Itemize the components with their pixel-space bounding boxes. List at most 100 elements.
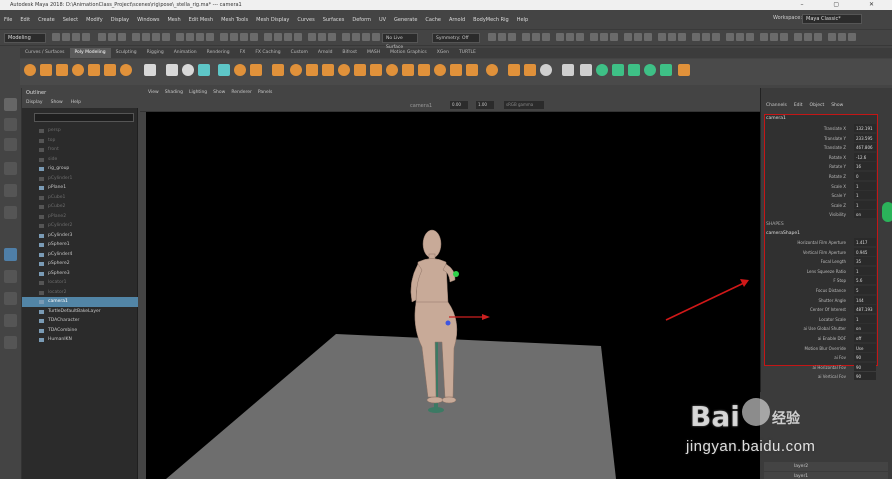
outliner-row[interactable]: top bbox=[22, 136, 138, 146]
shelf-tool-icon[interactable] bbox=[644, 64, 656, 76]
channel-attribute-row[interactable]: Scale Z 1 bbox=[766, 200, 876, 210]
status-tool-icon[interactable] bbox=[624, 33, 632, 41]
channel-attribute-value[interactable]: 90 bbox=[854, 372, 876, 381]
status-tool-icon[interactable] bbox=[804, 33, 812, 41]
status-tool-icon[interactable] bbox=[142, 33, 150, 41]
status-tool-icon[interactable] bbox=[634, 33, 642, 41]
shelf-tab[interactable]: FX bbox=[235, 48, 251, 58]
outliner-row[interactable]: pSphere2 bbox=[22, 259, 138, 269]
shelf-tool-icon[interactable] bbox=[198, 64, 210, 76]
gamma-field[interactable]: 1.00 bbox=[476, 101, 494, 109]
channel-attribute-value[interactable]: 90 bbox=[854, 362, 876, 371]
channel-attribute-value[interactable]: off bbox=[854, 334, 876, 342]
channel-attribute-row[interactable]: ai Use Global Shutter on bbox=[766, 324, 876, 333]
shelf-tab[interactable]: Poly Modeling bbox=[69, 48, 111, 58]
shelf-tab[interactable]: Rendering bbox=[202, 48, 235, 58]
status-tool-icon[interactable] bbox=[186, 33, 194, 41]
channel-box-menu-item[interactable]: Edit bbox=[794, 103, 803, 108]
shelf-tool-icon[interactable] bbox=[386, 64, 398, 76]
status-tool-icon[interactable] bbox=[576, 33, 584, 41]
channel-attribute-value[interactable]: 1.417 bbox=[854, 238, 876, 246]
menu-item[interactable]: Deform bbox=[348, 10, 375, 30]
channel-attribute-row[interactable]: Lens Squeeze Ratio 1 bbox=[766, 266, 876, 276]
channel-attribute-row[interactable]: Translate X 132.191 bbox=[766, 124, 876, 133]
manipulator-handle[interactable] bbox=[453, 271, 459, 277]
channel-attribute-value[interactable]: on bbox=[854, 324, 876, 333]
channel-attribute-value[interactable]: 5 bbox=[854, 286, 876, 294]
status-tool-icon[interactable] bbox=[600, 33, 608, 41]
shelf-tool-icon[interactable] bbox=[322, 64, 334, 76]
shelf-tab[interactable]: Curves / Surfaces bbox=[20, 48, 70, 58]
shelf-tab[interactable]: XGen bbox=[432, 48, 454, 58]
menu-item[interactable]: BodyMech Rig bbox=[469, 10, 513, 30]
channel-attribute-row[interactable]: ai Enable DOF off bbox=[766, 334, 876, 343]
channel-attribute-row[interactable]: Scale Y 1 bbox=[766, 191, 876, 200]
channel-attribute-row[interactable]: ai Horizontal Fov 90 bbox=[766, 362, 876, 372]
menu-item[interactable]: Windows bbox=[133, 10, 163, 30]
outliner-row[interactable]: pCube1 bbox=[22, 193, 138, 203]
channel-attribute-value[interactable]: 487.193 bbox=[854, 305, 876, 314]
shelf-tool-icon[interactable] bbox=[88, 64, 100, 76]
status-tool-icon[interactable] bbox=[240, 33, 248, 41]
move-tool-icon[interactable] bbox=[4, 162, 17, 175]
shelf-tool-icon[interactable] bbox=[450, 64, 462, 76]
channel-attribute-value[interactable]: 132.191 bbox=[854, 124, 876, 132]
outliner-row[interactable]: pCylinder4 bbox=[22, 250, 138, 260]
status-tool-icon[interactable] bbox=[372, 33, 380, 41]
shelf-tab[interactable]: TURTLE bbox=[454, 48, 481, 58]
scale-tool-icon[interactable] bbox=[4, 206, 17, 219]
shelf-tab[interactable]: FX Caching bbox=[250, 48, 285, 58]
outliner-row[interactable]: TDACombine bbox=[22, 326, 138, 336]
status-tool-icon[interactable] bbox=[780, 33, 788, 41]
shelf-tool-icon[interactable] bbox=[660, 64, 672, 76]
mode-select[interactable]: Modeling bbox=[4, 33, 46, 43]
channel-attribute-row[interactable]: Locator Scale 1 bbox=[766, 314, 876, 324]
status-tool-icon[interactable] bbox=[760, 33, 768, 41]
status-tool-icon[interactable] bbox=[644, 33, 652, 41]
shelf-tool-icon[interactable] bbox=[402, 64, 414, 76]
outliner-row[interactable]: locator1 bbox=[22, 278, 138, 288]
channel-attribute-row[interactable]: Vertical Film Aperture 0.945 bbox=[766, 247, 876, 257]
status-tool-icon[interactable] bbox=[82, 33, 90, 41]
outliner-menu-item[interactable]: Show bbox=[51, 100, 63, 105]
status-tool-icon[interactable] bbox=[746, 33, 754, 41]
menu-item[interactable]: UV bbox=[375, 10, 390, 30]
shelf-tool-icon[interactable] bbox=[562, 64, 574, 76]
shelf-tab[interactable]: Motion Graphics bbox=[385, 48, 432, 58]
menu-item[interactable]: Help bbox=[513, 10, 532, 30]
menu-item[interactable]: Create bbox=[34, 10, 59, 30]
status-tool-icon[interactable] bbox=[98, 33, 106, 41]
shelf-tool-icon[interactable] bbox=[166, 64, 178, 76]
shelf-tool-icon[interactable] bbox=[120, 64, 132, 76]
shelf-tool-icon[interactable] bbox=[144, 64, 156, 76]
manipulator-pivot[interactable] bbox=[445, 320, 451, 326]
shelf-tool-icon[interactable] bbox=[234, 64, 246, 76]
status-tool-icon[interactable] bbox=[692, 33, 700, 41]
channel-attribute-value[interactable]: 1 bbox=[854, 266, 876, 275]
status-tool-icon[interactable] bbox=[814, 33, 822, 41]
outliner-row[interactable]: TDACharacter bbox=[22, 316, 138, 326]
outliner-row[interactable]: pPlane1 bbox=[22, 183, 138, 193]
shelf-tool-icon[interactable] bbox=[418, 64, 430, 76]
mic-stand-base[interactable] bbox=[428, 407, 444, 413]
status-tool-icon[interactable] bbox=[62, 33, 70, 41]
shelf-tool-icon[interactable] bbox=[182, 64, 194, 76]
viewport-3d[interactable] bbox=[146, 112, 760, 479]
single-view-layout-icon[interactable] bbox=[4, 248, 17, 261]
menu-item[interactable]: Edit Mesh bbox=[185, 10, 217, 30]
status-tool-icon[interactable] bbox=[556, 33, 564, 41]
status-tool-icon[interactable] bbox=[284, 33, 292, 41]
channel-attribute-value[interactable]: on bbox=[854, 210, 876, 219]
shelf-tab[interactable]: Sculpting bbox=[111, 48, 142, 58]
shelf-tab[interactable]: Bifrost bbox=[337, 48, 362, 58]
status-tool-icon[interactable] bbox=[294, 33, 302, 41]
channel-attribute-row[interactable]: Visibility on bbox=[766, 210, 876, 219]
shelf-tab[interactable]: Arnold bbox=[313, 48, 338, 58]
shelf-tool-icon[interactable] bbox=[104, 64, 116, 76]
shelf-tool-icon[interactable] bbox=[486, 64, 498, 76]
shelf-tool-icon[interactable] bbox=[678, 64, 690, 76]
outliner-menu-item[interactable]: Help bbox=[71, 100, 81, 105]
channel-attribute-value[interactable]: 0.945 bbox=[854, 247, 876, 256]
status-tool-icon[interactable] bbox=[848, 33, 856, 41]
menu-item[interactable]: Generate bbox=[390, 10, 421, 30]
